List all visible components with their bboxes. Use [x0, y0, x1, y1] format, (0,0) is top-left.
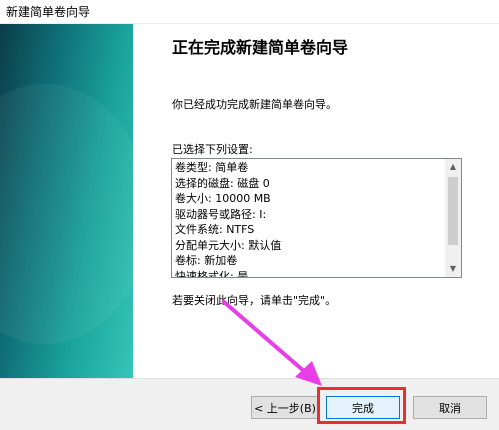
wizard-window: 新建简单卷向导 正在完成新建简单卷向导 你已经成功完成新建简单卷向导。 已选择下… [0, 0, 499, 430]
page-title: 正在完成新建简单卷向导 [172, 38, 349, 57]
cancel-button[interactable]: 取消 [413, 396, 487, 419]
settings-label: 已选择下列设置: [172, 143, 253, 156]
close-instruction: 若要关闭此向导，请单击"完成"。 [172, 294, 337, 307]
settings-list-item: 文件系统: NTFS [175, 223, 255, 236]
back-button[interactable]: < 上一步(B) [251, 396, 319, 419]
settings-list-item: 选择的磁盘: 磁盘 0 [175, 176, 270, 190]
settings-list-item: 快速格式化: 是 [175, 269, 249, 278]
settings-list: 卷类型: 简单卷选择的磁盘: 磁盘 0 卷大小: 10000 MB 驱动器号或路径:… [175, 160, 440, 278]
settings-list-item: 卷类型: 简单卷 [175, 161, 249, 174]
vertical-scrollbar[interactable]: ▲ ▼ [445, 159, 461, 277]
title-bar: 新建简单卷向导 [0, 0, 499, 24]
intro-text: 你已经成功完成新建简单卷向导。 [172, 98, 337, 111]
settings-list-item: 卷标: 新加卷 [175, 254, 238, 267]
settings-listbox[interactable]: 卷类型: 简单卷选择的磁盘: 磁盘 0 卷大小: 10000 MB 驱动器号或路径:… [171, 158, 462, 278]
window-title: 新建简单卷向导 [6, 5, 91, 19]
settings-list-item: 驱动器号或路径: I: [175, 207, 267, 221]
scroll-up-icon[interactable]: ▲ [445, 159, 461, 175]
finish-button[interactable]: 完成 [326, 396, 400, 419]
wizard-side-banner [0, 24, 150, 378]
settings-list-item: 卷大小: 10000 MB [175, 192, 271, 205]
settings-list-item: 分配单元大小: 默认值 [175, 238, 282, 252]
scroll-thumb[interactable] [448, 177, 458, 245]
scroll-down-icon[interactable]: ▼ [445, 261, 461, 277]
